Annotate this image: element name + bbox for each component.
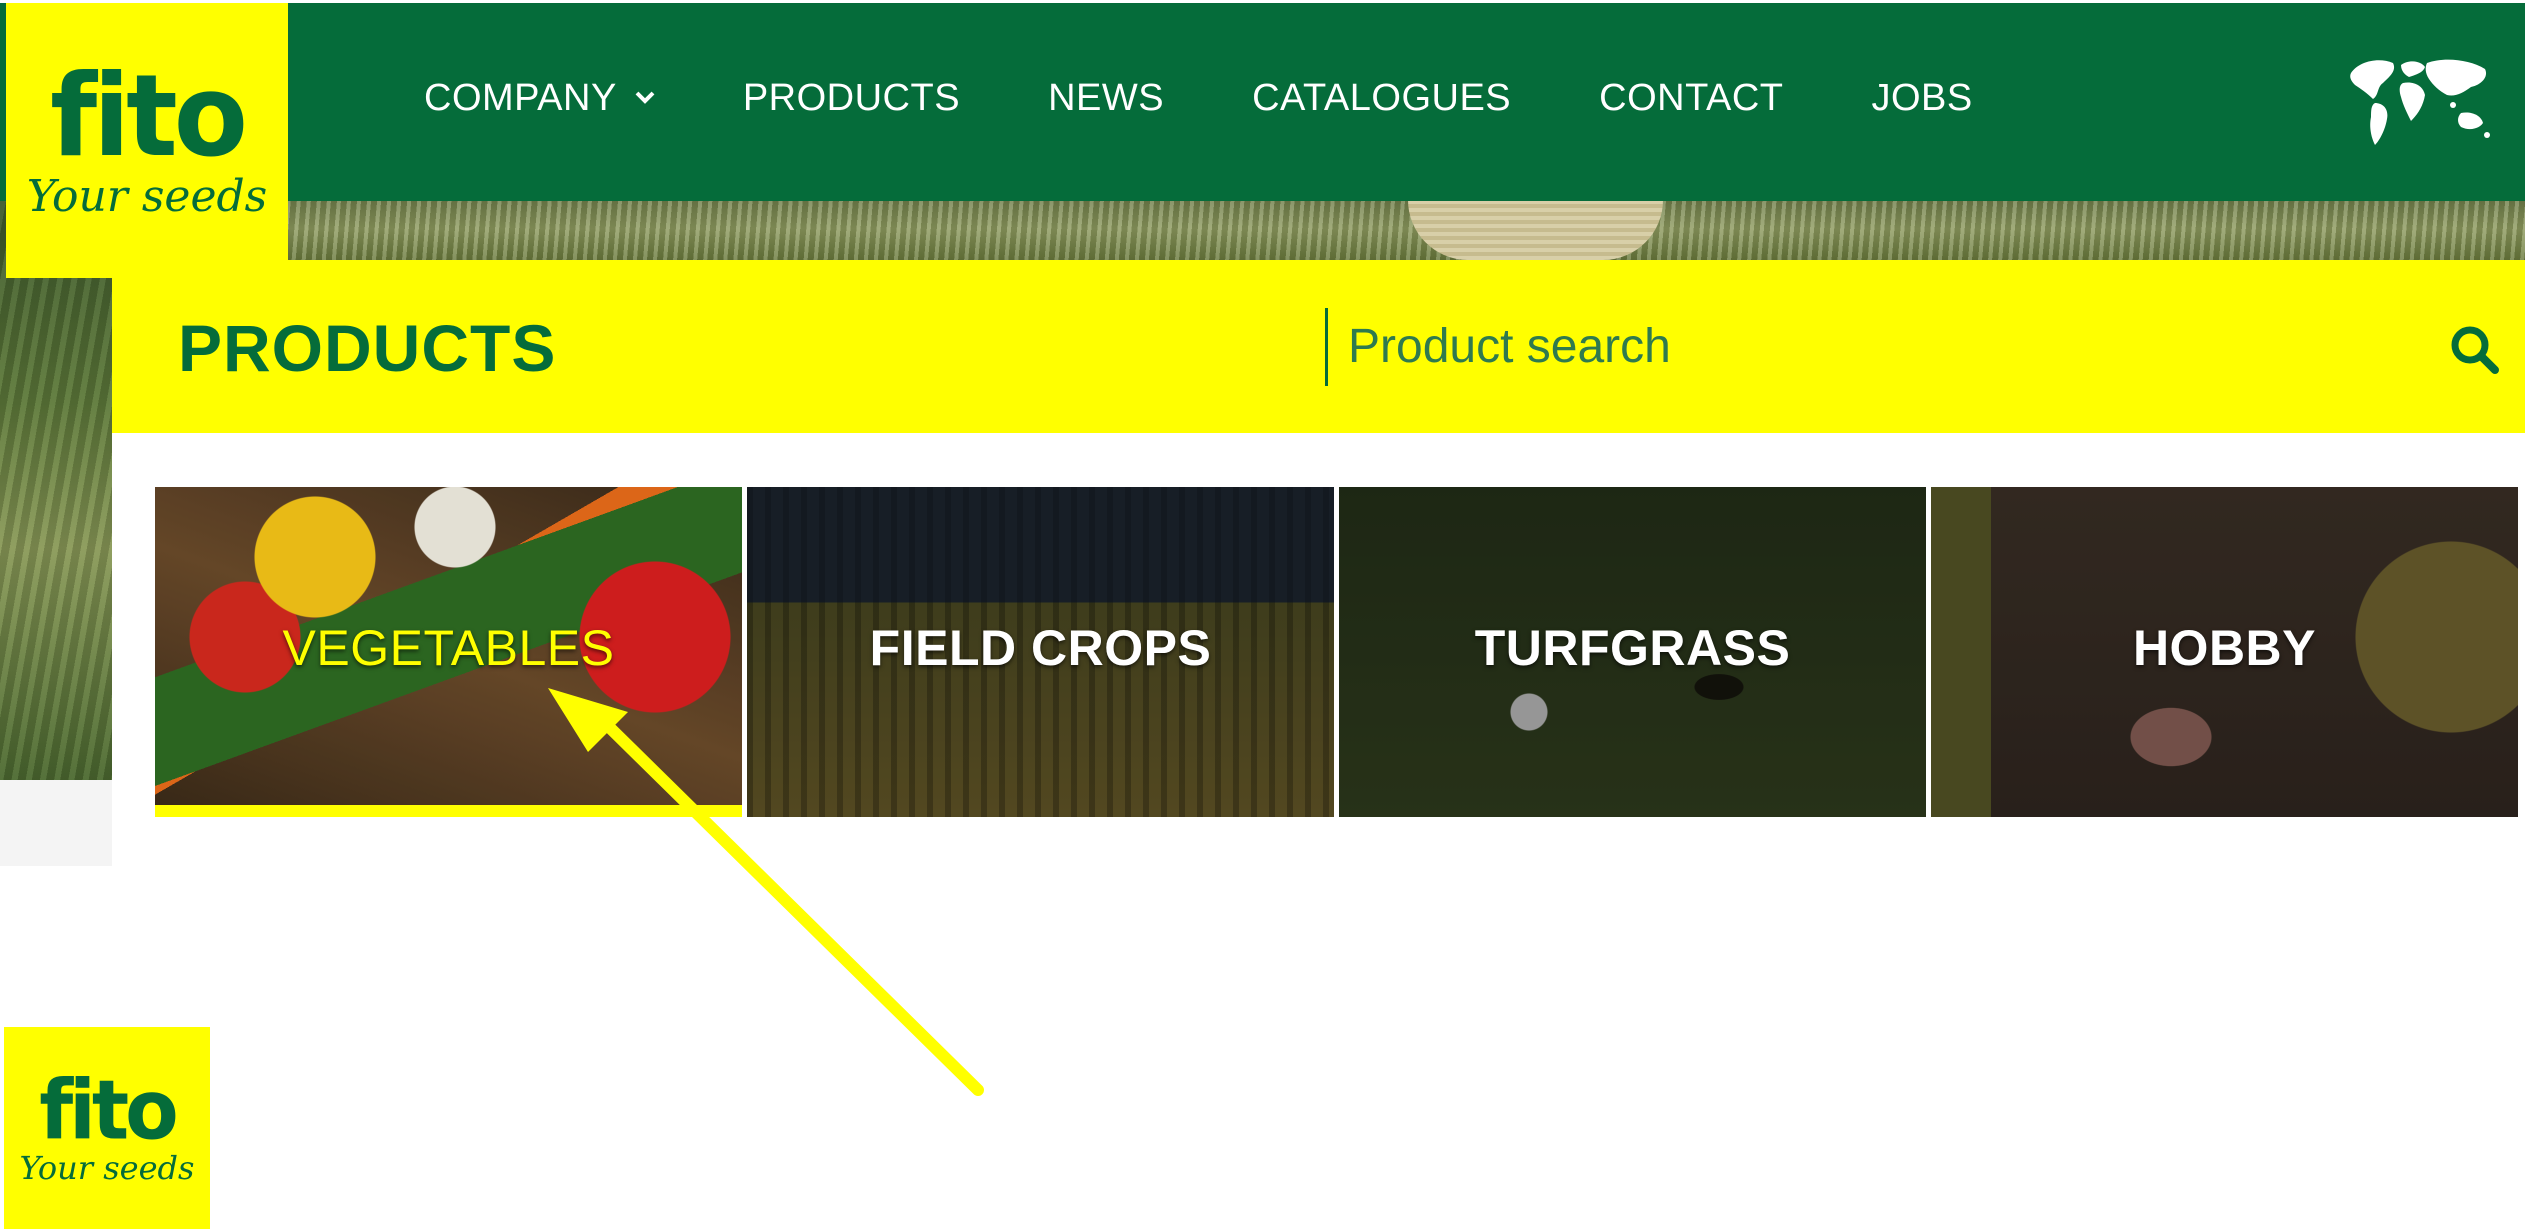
nav-item-company[interactable]: COMPANY: [424, 77, 655, 120]
category-tiles: VEGETABLES FIELD CROPS TURFGRASS HOBBY: [155, 487, 2518, 817]
active-tile-underline: [155, 805, 742, 817]
nav-item-news[interactable]: NEWS: [1048, 77, 1164, 120]
search-icon[interactable]: [2447, 322, 2503, 378]
tile-label: HOBBY: [2132, 620, 2317, 676]
tile-hobby[interactable]: HOBBY: [1931, 487, 2518, 817]
product-search-input[interactable]: [1348, 300, 2448, 392]
page-title: PRODUCTS: [178, 311, 557, 385]
field-background-image: [287, 198, 2525, 260]
nav-item-products[interactable]: PRODUCTS: [743, 77, 960, 120]
world-map-icon[interactable]: [2345, 53, 2493, 153]
tile-field-crops[interactable]: FIELD CROPS: [747, 487, 1334, 817]
tile-label: FIELD CROPS: [869, 620, 1212, 676]
nav-item-contact[interactable]: CONTACT: [1599, 77, 1783, 120]
main-menu: COMPANY PRODUCTS NEWS CATALOGUES CONTACT…: [424, 3, 2061, 193]
nav-item-catalogues[interactable]: CATALOGUES: [1252, 77, 1511, 120]
chevron-down-icon: [635, 91, 655, 105]
tile-label: TURFGRASS: [1474, 620, 1791, 676]
tile-vegetables[interactable]: VEGETABLES: [155, 487, 742, 817]
logo-wordmark: fito: [50, 50, 248, 182]
search-divider: [1325, 308, 1328, 386]
tile-turfgrass[interactable]: TURFGRASS: [1339, 487, 1926, 817]
top-navigation: COMPANY PRODUCTS NEWS CATALOGUES CONTACT…: [0, 3, 2525, 201]
fito-logo-small[interactable]: fito Your seeds: [4, 1027, 210, 1229]
products-header-bar: PRODUCTS: [112, 260, 2525, 433]
corn-background-image: [0, 200, 112, 780]
fito-logo[interactable]: fito Your seeds: [6, 3, 288, 278]
left-panel-footer: [0, 780, 112, 866]
nav-item-label: COMPANY: [424, 76, 617, 119]
nav-item-jobs[interactable]: JOBS: [1872, 77, 1973, 120]
straw-hat-image: [1408, 198, 1663, 260]
logo-wordmark: fito: [39, 1063, 179, 1159]
tile-label: VEGETABLES: [282, 620, 615, 676]
